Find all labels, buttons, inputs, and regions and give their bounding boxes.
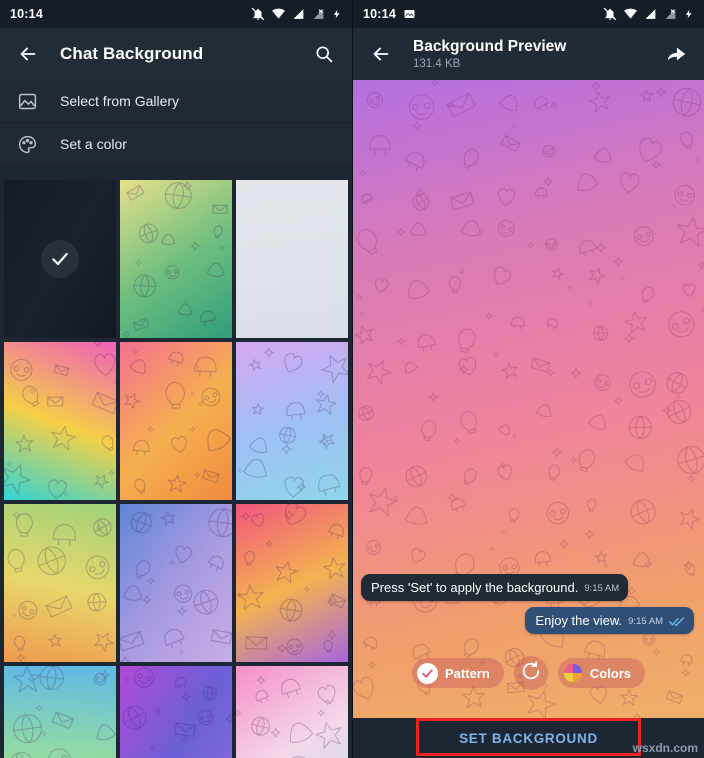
status-bar-left: 10:14 [0, 0, 352, 28]
wallpaper-tile[interactable] [4, 504, 116, 662]
preview-controls: Pattern Colors [353, 656, 704, 690]
app-bar-left: Chat Background [0, 28, 352, 80]
wallpaper-tile[interactable] [120, 504, 232, 662]
signal-icon [292, 8, 306, 21]
check-circle-icon [417, 662, 439, 684]
wallpaper-tile[interactable] [236, 342, 348, 500]
message-row-outgoing: Enjoy the view. 9:15 AM [361, 607, 696, 634]
preview-title-group: Background Preview 131.4 KB [413, 38, 566, 70]
share-icon[interactable] [662, 40, 690, 68]
wallpaper-doodle-pattern [4, 666, 116, 758]
pattern-chip-label: Pattern [445, 665, 490, 681]
message-text: Enjoy the view. [535, 613, 623, 628]
set-background-button[interactable]: SET BACKGROUND [459, 731, 598, 746]
charging-bolt-icon [684, 7, 694, 21]
status-time: 10:14 [363, 7, 396, 21]
wallpaper-doodle-pattern [4, 342, 116, 500]
wifi-icon [271, 7, 286, 21]
wallpaper-tile[interactable] [120, 180, 232, 338]
pattern-chip[interactable]: Pattern [412, 658, 504, 688]
wallpaper-tile[interactable] [236, 666, 348, 758]
dual-screenshot: 10:14 Chat Background Select from Galler… [0, 0, 704, 758]
reset-button[interactable] [513, 656, 548, 690]
status-icons [251, 7, 342, 21]
message-row-incoming: Press 'Set' to apply the background. 9:1… [361, 574, 696, 601]
selected-check-icon [41, 240, 79, 278]
signal-x-icon [664, 8, 678, 21]
wallpaper-doodle-pattern [236, 342, 348, 500]
color-palette-icon [14, 130, 40, 158]
chat-background-screen: 10:14 Chat Background Select from Galler… [0, 0, 352, 758]
signal-icon [644, 8, 658, 21]
menu-item-select-from-gallery[interactable]: Select from Gallery [0, 80, 352, 123]
wifi-icon [623, 7, 638, 21]
wallpaper-doodle-pattern [120, 504, 232, 662]
wallpaper-grid [0, 180, 352, 758]
watermark: wsxdn.com [632, 741, 698, 755]
background-preview-screen: 10:14 Background Preview 131.4 KB Press … [352, 0, 704, 758]
menu-item-set-a-color[interactable]: Set a color [0, 123, 352, 166]
back-arrow-icon[interactable] [14, 40, 42, 68]
back-arrow-icon[interactable] [367, 40, 395, 68]
wallpaper-doodle-pattern [4, 504, 116, 662]
wallpaper-doodle-pattern [120, 342, 232, 500]
background-source-menu: Select from Gallery Set a color [0, 80, 352, 166]
preview-title: Background Preview [413, 38, 567, 56]
status-bar-right: 10:14 [353, 0, 704, 28]
preview-file-size: 131.4 KB [413, 57, 461, 70]
double-check-icon [669, 616, 685, 628]
signal-x-icon [312, 8, 326, 21]
wallpaper-doodle-pattern [120, 666, 232, 758]
message-bubble-outgoing[interactable]: Enjoy the view. 9:15 AM [525, 607, 694, 634]
wallpaper-tile[interactable] [236, 504, 348, 662]
bell-muted-icon [603, 7, 617, 21]
menu-item-label: Set a color [60, 136, 127, 152]
chat-messages: Press 'Set' to apply the background. 9:1… [353, 574, 704, 640]
wallpaper-tile[interactable] [120, 342, 232, 500]
color-wheel-icon [563, 663, 583, 683]
wallpaper-tile[interactable] [120, 666, 232, 758]
wallpaper-doodle-pattern [236, 666, 348, 758]
rotate-reset-icon [520, 660, 542, 687]
wallpaper-tile[interactable] [4, 666, 116, 758]
page-title: Chat Background [60, 44, 204, 63]
photo-notification-icon [403, 8, 416, 20]
app-bar-right: Background Preview 131.4 KB [353, 28, 704, 80]
wallpaper-preview[interactable]: Press 'Set' to apply the background. 9:1… [353, 80, 704, 718]
message-time: 9:15 AM [628, 616, 663, 627]
charging-bolt-icon [332, 7, 342, 21]
wallpaper-tile[interactable] [236, 180, 348, 338]
wallpaper-tile[interactable] [4, 342, 116, 500]
colors-chip-label: Colors [589, 665, 631, 681]
menu-item-label: Select from Gallery [60, 93, 180, 109]
status-icons [603, 7, 694, 21]
wallpaper-doodle-pattern [120, 180, 232, 338]
wallpaper-tile[interactable] [4, 180, 116, 338]
colors-chip[interactable]: Colors [557, 658, 645, 688]
search-icon[interactable] [310, 40, 338, 68]
message-text: Press 'Set' to apply the background. [371, 580, 579, 595]
gallery-image-icon [14, 87, 40, 115]
grid-separator [0, 166, 352, 180]
status-time: 10:14 [10, 7, 43, 21]
bell-muted-icon [251, 7, 265, 21]
wallpaper-doodle-pattern [236, 504, 348, 662]
message-time: 9:15 AM [584, 583, 620, 594]
message-bubble-incoming[interactable]: Press 'Set' to apply the background. 9:1… [361, 574, 629, 601]
